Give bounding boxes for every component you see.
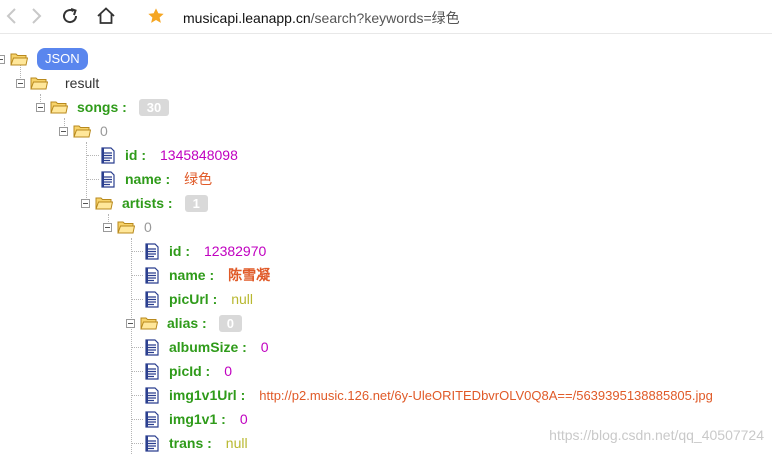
albumsize-value: 0 xyxy=(260,339,269,355)
tree-node-alias[interactable]: alias : 0 xyxy=(126,312,242,334)
collapse-toggle[interactable] xyxy=(103,222,112,232)
artist-id-value: 12382970 xyxy=(204,243,267,259)
artist-id-key: id : xyxy=(169,243,190,259)
tree-node-song-0[interactable]: 0 xyxy=(59,120,108,142)
tree-node-artists[interactable]: artists : 1 xyxy=(81,192,208,214)
artists-key: artists : xyxy=(122,195,173,211)
name-value: 绿色 xyxy=(184,171,213,187)
picid-key: picId : xyxy=(169,363,211,379)
folder-open-icon xyxy=(30,77,48,90)
forward-icon[interactable] xyxy=(24,4,48,28)
file-icon xyxy=(145,386,159,404)
collapse-toggle[interactable] xyxy=(36,102,45,112)
file-icon xyxy=(145,410,159,428)
artist-name-value: 陈雪凝 xyxy=(228,267,271,283)
tree-leaf-id[interactable]: id : 1345848098 xyxy=(101,144,238,166)
root-label: JSON xyxy=(37,48,88,70)
tree-node-result[interactable]: result xyxy=(16,72,99,94)
tree-connector xyxy=(87,179,99,180)
watermark-text: https://blog.csdn.net/qq_40507724 xyxy=(549,427,764,443)
tree-leaf-img1v1url[interactable]: img1v1Url : http://p2.music.126.net/6y-U… xyxy=(145,384,713,406)
file-icon xyxy=(101,146,115,164)
json-tree-view: JSON result songs : 30 0 id : 1345848098… xyxy=(0,33,772,454)
index-label: 0 xyxy=(144,219,152,235)
tree-node-songs[interactable]: songs : 30 xyxy=(36,96,170,118)
tree-connector xyxy=(132,299,143,300)
tree-leaf-picid[interactable]: picId : 0 xyxy=(145,360,232,382)
collapse-toggle[interactable] xyxy=(0,54,5,64)
tree-connector xyxy=(132,395,143,396)
file-icon xyxy=(145,266,159,284)
picid-value: 0 xyxy=(224,363,233,379)
folder-open-icon xyxy=(95,197,113,210)
tree-leaf-name[interactable]: name : 绿色 xyxy=(101,168,212,190)
file-icon xyxy=(145,242,159,260)
count-badge: 30 xyxy=(138,98,170,116)
file-icon xyxy=(145,290,159,308)
index-label: 0 xyxy=(100,123,108,139)
tree-connector xyxy=(132,419,143,420)
tree-leaf-trans[interactable]: trans : null xyxy=(145,432,248,454)
songs-key: songs : xyxy=(77,99,127,115)
tree-node-root[interactable]: JSON xyxy=(0,48,88,70)
tree-connector xyxy=(132,443,143,444)
tree-connector xyxy=(131,238,132,454)
folder-open-icon xyxy=(10,53,28,66)
tree-node-artist-0[interactable]: 0 xyxy=(103,216,152,238)
id-value: 1345848098 xyxy=(160,147,238,163)
folder-open-icon xyxy=(73,125,91,138)
file-icon xyxy=(145,338,159,356)
tree-leaf-picurl[interactable]: picUrl : null xyxy=(145,288,253,310)
home-icon[interactable] xyxy=(94,4,118,28)
url-path: /search?keywords=绿色 xyxy=(310,10,460,26)
result-key: result xyxy=(65,75,100,91)
browser-toolbar: musicapi.leanapp.cn/search?keywords=绿色 xyxy=(0,0,772,34)
picurl-value: null xyxy=(231,291,254,307)
folder-open-icon xyxy=(50,101,68,114)
back-icon[interactable] xyxy=(0,4,24,28)
img1v1url-key: img1v1Url : xyxy=(169,387,246,403)
tree-connector xyxy=(132,275,143,276)
star-icon[interactable] xyxy=(144,4,168,28)
albumsize-key: albumSize : xyxy=(169,339,247,355)
collapse-toggle[interactable] xyxy=(59,126,68,136)
tree-leaf-img1v1[interactable]: img1v1 : 0 xyxy=(145,408,248,430)
alias-key: alias : xyxy=(167,315,207,331)
file-icon xyxy=(101,170,115,188)
trans-key: trans : xyxy=(169,435,212,451)
collapse-toggle[interactable] xyxy=(126,318,135,328)
tree-connector xyxy=(132,251,143,252)
tree-connector xyxy=(132,347,143,348)
collapse-toggle[interactable] xyxy=(81,198,90,208)
tree-connector xyxy=(132,371,143,372)
img1v1-key: img1v1 : xyxy=(169,411,226,427)
folder-open-icon xyxy=(140,317,158,330)
name-key: name : xyxy=(125,171,171,187)
img1v1url-value[interactable]: http://p2.music.126.net/6y-UleORITEDbvrO… xyxy=(259,388,713,403)
picurl-key: picUrl : xyxy=(169,291,218,307)
count-badge: 0 xyxy=(218,314,242,332)
tree-leaf-albumsize[interactable]: albumSize : 0 xyxy=(145,336,269,358)
reload-icon[interactable] xyxy=(58,4,82,28)
count-badge: 1 xyxy=(184,194,208,212)
collapse-toggle[interactable] xyxy=(16,78,25,88)
address-bar[interactable]: musicapi.leanapp.cn/search?keywords=绿色 xyxy=(183,8,460,28)
file-icon xyxy=(145,362,159,380)
tree-connector xyxy=(87,155,99,156)
artist-name-key: name : xyxy=(169,267,215,283)
trans-value: null xyxy=(225,435,248,451)
tree-leaf-artist-id[interactable]: id : 12382970 xyxy=(145,240,266,262)
tree-leaf-artist-name[interactable]: name : 陈雪凝 xyxy=(145,264,270,286)
url-host: musicapi.leanapp.cn xyxy=(183,10,311,26)
img1v1-value: 0 xyxy=(239,411,248,427)
id-key: id : xyxy=(125,147,146,163)
folder-open-icon xyxy=(117,221,135,234)
file-icon xyxy=(145,434,159,452)
